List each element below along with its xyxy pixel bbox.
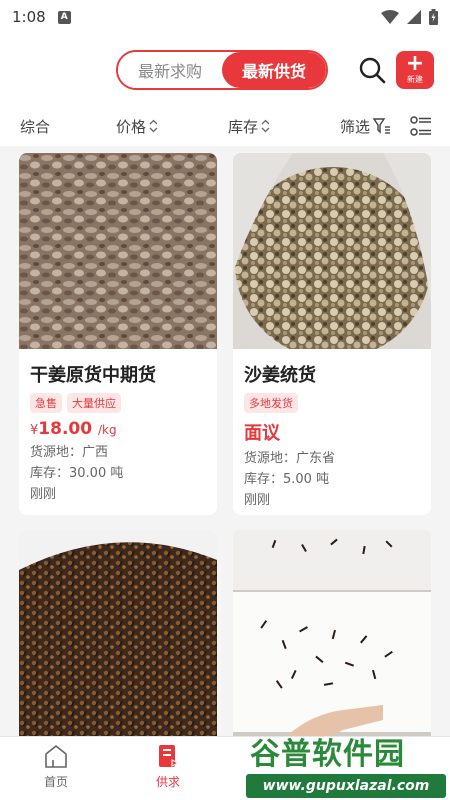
wifi-icon <box>381 10 399 24</box>
list-view-icon <box>410 116 431 136</box>
status-time: 1:08 <box>12 8 46 26</box>
product-image-dried-ginger <box>19 153 217 349</box>
filter-overall[interactable]: 综合 <box>20 116 50 137</box>
watermark-title-row: 谷普软件园 <box>250 732 405 772</box>
nav-home[interactable]: 首页 <box>26 743 86 790</box>
site-watermark: 谷普软件园 www.gupuxlazal.com <box>244 730 450 800</box>
product-card[interactable]: 沙姜统货 多地发货 面议 货源地：广东省 库存：5.00 吨 刚刚 <box>233 153 431 515</box>
product-card[interactable] <box>233 530 431 736</box>
filter-stock-label: 库存 <box>228 117 259 136</box>
product-grid: 干姜原货中期货 急售 大量供应 ¥18.00 /kg 货源地：广西 库存：30.… <box>0 146 450 736</box>
tag-multi-location-shipping: 多地发货 <box>244 393 298 413</box>
home-icon <box>45 745 67 768</box>
search-icon <box>359 57 386 84</box>
product-stock: 库存：5.00 吨 <box>244 472 330 487</box>
watermark-url: www.gupuxlazal.com <box>246 774 446 798</box>
sort-caret-icon <box>149 119 158 133</box>
nav-supply-demand-label: 供求 <box>155 775 180 789</box>
top-header: 最新求购 最新供货 + 新建 <box>0 34 450 106</box>
tag-bulk-supply: 大量供应 <box>67 393 121 413</box>
price-value: 18.00 <box>38 419 93 439</box>
filter-price-label: 价格 <box>116 117 147 136</box>
tag-urgent-sale: 急售 <box>30 393 62 413</box>
product-tags: 急售 大量供应 <box>30 393 207 413</box>
new-post-button[interactable]: + 新建 <box>396 51 434 89</box>
product-card[interactable]: 干姜原货中期货 急售 大量供应 ¥18.00 /kg 货源地：广西 库存：30.… <box>19 153 217 515</box>
sort-caret-icon <box>261 119 270 133</box>
watermark-title: 谷普软件园 <box>250 737 405 772</box>
nav-supply-demand[interactable]: 供求 <box>138 743 198 790</box>
layout-toggle-button[interactable] <box>410 116 432 136</box>
supply-demand-toggle: 最新求购 最新供货 <box>116 50 328 90</box>
filter-price[interactable]: 价格 <box>116 116 158 137</box>
tab-latest-purchase[interactable]: 最新求购 <box>118 52 222 88</box>
status-icons <box>381 9 438 25</box>
product-price-negotiable: 面议 <box>244 423 280 444</box>
filter-screen[interactable]: 筛选 <box>340 116 391 137</box>
product-card[interactable] <box>19 530 217 736</box>
cellular-icon <box>407 10 421 24</box>
new-post-label: 新建 <box>407 75 423 84</box>
product-tags: 多地发货 <box>244 393 421 413</box>
status-bar: 1:08 A <box>0 0 450 34</box>
filter-stock[interactable]: 库存 <box>228 116 270 137</box>
filter-bar: 综合 价格 库存 筛选 <box>0 106 450 146</box>
product-origin: 货源地：广西 <box>30 445 109 460</box>
plus-icon: + <box>405 51 425 76</box>
product-title: 沙姜统货 <box>244 365 316 386</box>
product-image-cloves-on-paper <box>233 530 431 736</box>
search-button[interactable] <box>358 56 386 84</box>
tab-latest-supply[interactable]: 最新供货 <box>222 52 326 88</box>
product-title: 干姜原货中期货 <box>30 365 156 386</box>
nav-home-label: 首页 <box>43 775 68 789</box>
product-price: ¥18.00 /kg <box>30 419 207 439</box>
price-unit: /kg <box>97 423 117 437</box>
notification-a-icon: A <box>57 10 71 24</box>
product-stock: 库存：30.00 吨 <box>30 466 124 481</box>
filter-overall-label: 综合 <box>20 117 51 136</box>
battery-icon <box>429 9 438 25</box>
product-time: 刚刚 <box>30 487 57 502</box>
filter-funnel-icon <box>373 118 391 134</box>
filter-screen-label: 筛选 <box>340 117 371 136</box>
product-time: 刚刚 <box>244 493 271 508</box>
supply-demand-icon <box>159 745 180 767</box>
product-origin: 货源地：广东省 <box>244 451 336 466</box>
product-image-cloves-pile <box>19 530 217 736</box>
product-image-sand-ginger <box>233 153 431 349</box>
